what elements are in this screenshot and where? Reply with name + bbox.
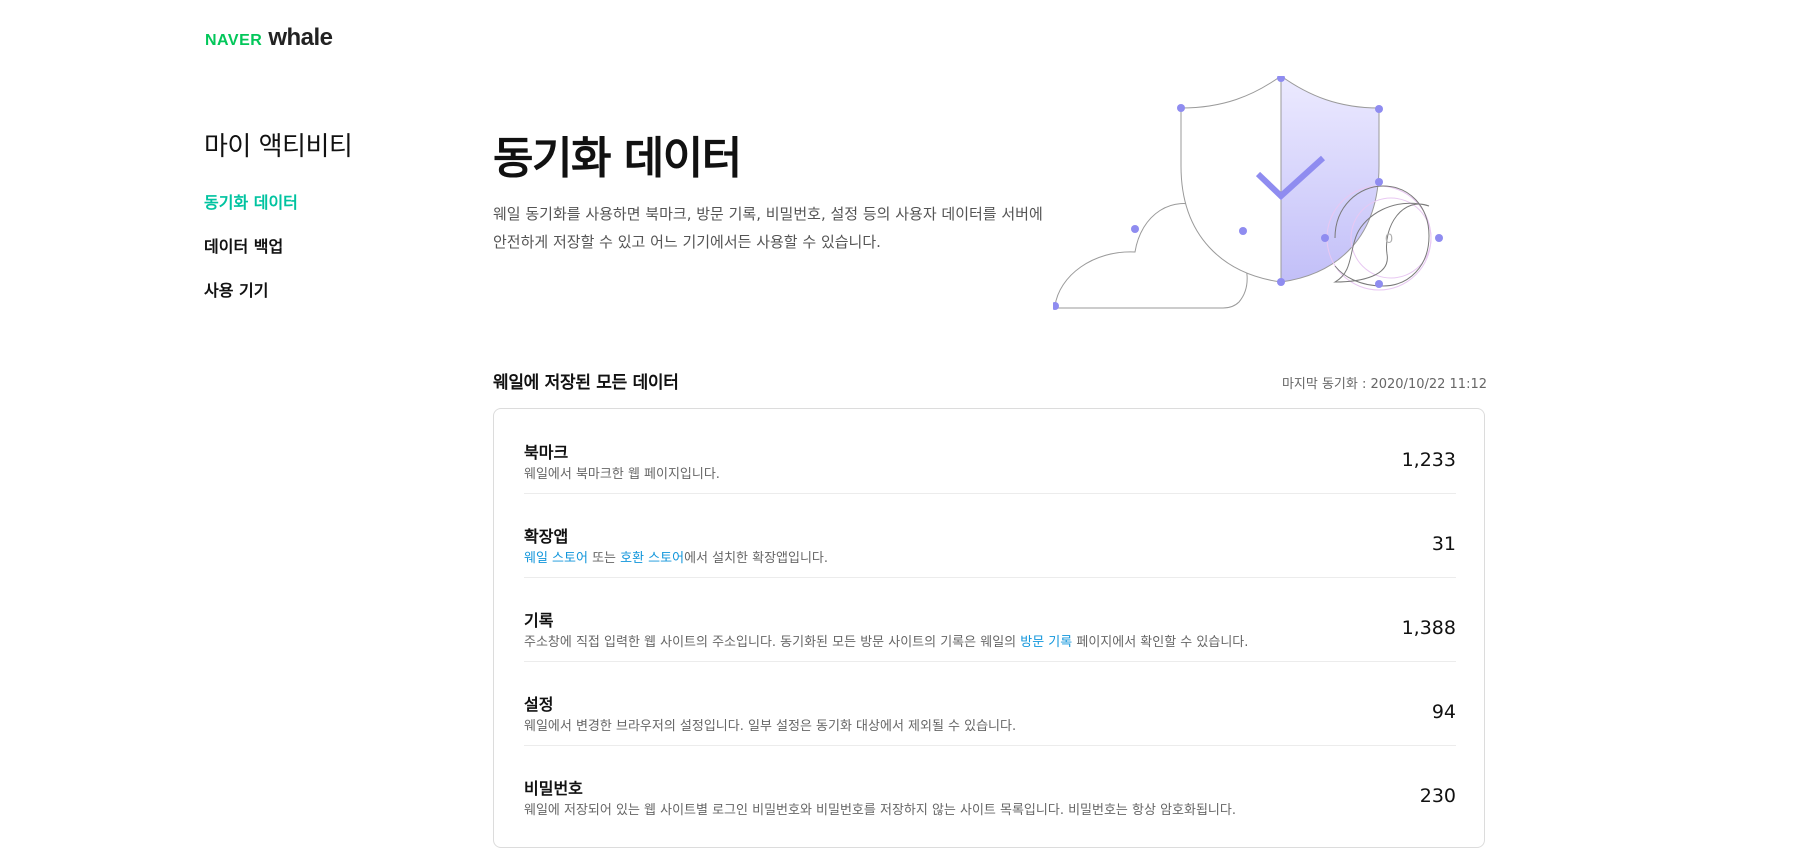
section-title: 웨일에 저장된 모든 데이터: [493, 373, 679, 393]
zero-label: 0: [1385, 230, 1393, 246]
row-description: 웨일에서 변경한 브라우저의 설정입니다. 일부 설정은 동기화 대상에서 제외…: [524, 719, 1017, 734]
row-description: 웨일에 저장되어 있는 웹 사이트별 로그인 비밀번호와 비밀번호를 저장하지 …: [524, 803, 1236, 818]
row-name: 비밀번호: [524, 779, 583, 798]
row-description: 웨일에서 북마크한 웹 페이지입니다.: [524, 467, 720, 482]
desc-text-tail: 에서 설치한 확장앱입니다.: [684, 551, 829, 566]
data-row-extensions: 확장앱 웨일 스토어 또는 호환 스토어에서 설치한 확장앱입니다. 31: [524, 493, 1456, 578]
visit-history-link[interactable]: 방문 기록: [1020, 635, 1072, 650]
row-name: 기록: [524, 611, 554, 630]
sidebar-item-sync-data[interactable]: 동기화 데이터: [204, 181, 444, 225]
row-name: 확장앱: [524, 527, 569, 546]
page-title: 동기화 데이터: [493, 133, 742, 184]
row-count: 1,233: [1401, 449, 1456, 471]
main-content: 동기화 데이터 웨일 동기화를 사용하면 북마크, 방문 기록, 비밀번호, 설…: [493, 0, 1487, 848]
data-row-passwords: 비밀번호 웨일에 저장되어 있는 웹 사이트별 로그인 비밀번호와 비밀번호를 …: [524, 745, 1456, 829]
shield-shape: [1180, 76, 1380, 283]
sidebar: 마이 액티비티 동기화 데이터 데이터 백업 사용 기기: [204, 126, 444, 313]
row-name: 북마크: [524, 443, 569, 462]
row-count: 31: [1431, 533, 1456, 555]
naver-wordmark: NAVER: [205, 32, 263, 49]
row-count: 230: [1419, 785, 1456, 807]
sidebar-item-data-backup[interactable]: 데이터 백업: [204, 225, 444, 269]
desc-text-pre: 주소창에 직접 입력한 웹 사이트의 주소입니다. 동기화된 모든 방문 사이트…: [524, 635, 1021, 650]
whale-wordmark: whale: [268, 24, 333, 51]
whale-store-link[interactable]: 웨일 스토어: [524, 551, 588, 566]
row-description: 주소창에 직접 입력한 웹 사이트의 주소입니다. 동기화된 모든 방문 사이트…: [524, 631, 1248, 650]
sidebar-item-devices[interactable]: 사용 기기: [204, 269, 444, 313]
data-row-bookmarks: 북마크 웨일에서 북마크한 웹 페이지입니다. 1,233: [524, 409, 1456, 494]
row-description: 웨일 스토어 또는 호환 스토어에서 설치한 확장앱입니다.: [524, 547, 828, 566]
description-line-1: 웨일 동기화를 사용하면 북마크, 방문 기록, 비밀번호, 설정 등의 사용자…: [493, 205, 1043, 223]
sync-security-illustration: 0: [1053, 76, 1443, 310]
row-count: 94: [1431, 701, 1456, 723]
data-row-history: 기록 주소창에 직접 입력한 웹 사이트의 주소입니다. 동기화된 모든 방문 …: [524, 577, 1456, 662]
description-line-2: 안전하게 저장할 수 있고 어느 기기에서든 사용할 수 있습니다.: [493, 233, 881, 251]
section-header: 웨일에 저장된 모든 데이터 마지막 동기화 : 2020/10/22 11:1…: [493, 368, 1487, 393]
sync-data-card: 북마크 웨일에서 북마크한 웹 페이지입니다. 1,233 확장앱 웨일 스토어…: [493, 408, 1485, 848]
row-name: 설정: [524, 695, 554, 714]
last-sync-time: 마지막 동기화 : 2020/10/22 11:12: [1281, 377, 1487, 392]
page-description: 웨일 동기화를 사용하면 북마크, 방문 기록, 비밀번호, 설정 등의 사용자…: [493, 200, 1053, 256]
sidebar-title: 마이 액티비티: [204, 132, 353, 162]
row-count: 1,388: [1401, 617, 1456, 639]
data-row-settings: 설정 웨일에서 변경한 브라우저의 설정입니다. 일부 설정은 동기화 대상에서…: [524, 661, 1456, 746]
naver-whale-logo[interactable]: NAVER whale: [205, 24, 333, 52]
compatible-store-link[interactable]: 호환 스토어: [620, 551, 684, 566]
desc-text-post: 페이지에서 확인할 수 있습니다.: [1072, 635, 1249, 650]
desc-text-or: 또는: [587, 551, 621, 566]
